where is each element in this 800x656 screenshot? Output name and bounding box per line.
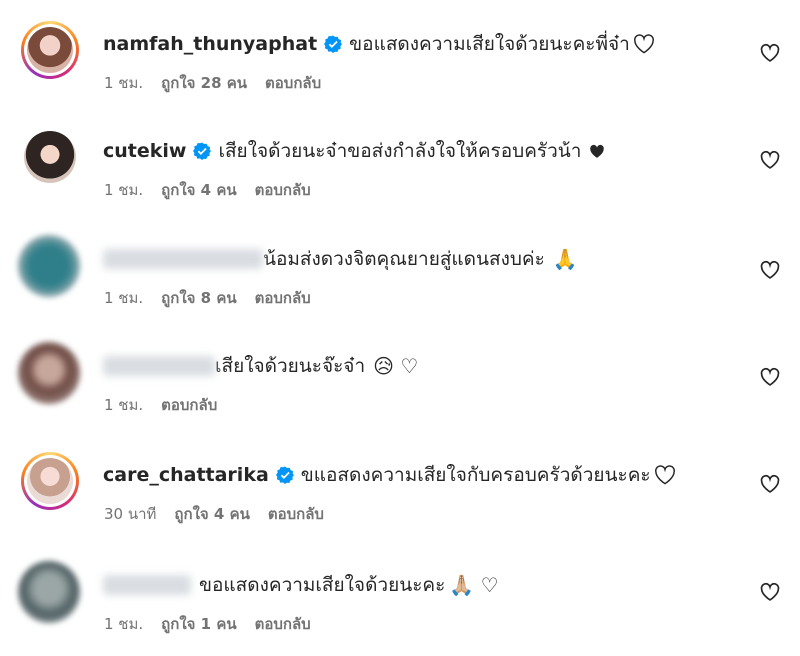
avatar[interactable] — [18, 235, 80, 297]
comment-list: namfah_thunyaphat ขอแสดงความเสียใจด้วยนะ… — [0, 0, 800, 652]
reply-button[interactable]: ตอบกลับ — [255, 612, 311, 636]
comment-meta: 1 ชม. ถูกใจ 28 คน ตอบกลับ — [104, 71, 321, 95]
heart-outline-icon — [633, 34, 654, 54]
avatar[interactable] — [21, 21, 79, 79]
heart-outline-icon — [654, 465, 675, 485]
comment-item: น้อมส่งดวงจิตคุณยายสู่แดนสงบค่ะ 🙏 1 ชม. … — [0, 230, 800, 330]
comment-text: น้อมส่งดวงจิตคุณยายสู่แดนสงบค่ะ — [263, 248, 545, 270]
comment-time: 1 ชม. — [104, 289, 144, 307]
comment-body: cutekiw เสียใจด้วยนะจ๋าขอส่งกำลังใจให้คร… — [103, 136, 605, 166]
comment-time: 30 นาที — [104, 505, 157, 523]
likes-count-link[interactable]: ถูกใจ 4 คน — [174, 502, 249, 526]
reply-button[interactable]: ตอบกลับ — [265, 71, 321, 95]
likes-count-link[interactable]: ถูกใจ 8 คน — [161, 286, 236, 310]
comment-time: 1 ชม. — [104, 181, 144, 199]
reply-button[interactable]: ตอบกลับ — [268, 502, 324, 526]
verified-badge-icon — [275, 466, 294, 484]
comment-emoji: 🙏 — [552, 247, 578, 271]
comment-body: namfah_thunyaphat ขอแสดงความเสียใจด้วยนะ… — [103, 29, 655, 59]
avatar[interactable] — [24, 131, 76, 183]
reply-button[interactable]: ตอบกลับ — [161, 393, 217, 417]
comment-text: เสียใจด้วยนะจ๋าขอส่งกำลังใจให้ครอบครัวน้… — [218, 140, 582, 162]
comment-text: ขแอสดงความเสียใจกับครอบครัวด้วยนะคะ — [300, 464, 651, 486]
comment-time: 1 ชม. — [104, 615, 144, 633]
comment-time: 1 ชม. — [104, 74, 144, 92]
like-comment-button[interactable] — [760, 150, 780, 170]
reply-button[interactable]: ตอบกลับ — [255, 178, 311, 202]
comment-item: care_chattarika ขแอสดงความเสียใจกับครอบค… — [0, 446, 800, 546]
likes-count-link[interactable]: ถูกใจ 1 คน — [161, 612, 236, 636]
like-comment-button[interactable] — [760, 260, 780, 280]
likes-count-link[interactable]: ถูกใจ 4 คน — [161, 178, 236, 202]
comment-emoji: 😥 ♡ — [373, 354, 419, 378]
comment-body: เสียใจด้วยนะจ๊ะจ๋า 😥 ♡ — [103, 351, 418, 381]
avatar[interactable] — [18, 561, 80, 623]
comment-emoji: 🙏🏼 ♡ — [449, 573, 499, 597]
username-link[interactable]: cutekiw — [103, 140, 186, 162]
username-link[interactable] — [103, 356, 215, 376]
like-comment-button[interactable] — [760, 474, 780, 494]
comment-meta: 1 ชม. ถูกใจ 1 คน ตอบกลับ — [104, 612, 311, 636]
comment-meta: 30 นาที ถูกใจ 4 คน ตอบกลับ — [104, 502, 324, 526]
avatar[interactable] — [21, 452, 79, 510]
comment-item: เสียใจด้วยนะจ๊ะจ๋า 😥 ♡ 1 ชม. ตอบกลับ — [0, 337, 800, 437]
comment-body: ขอแสดงความเสียใจด้วยนะคะ 🙏🏼 ♡ — [103, 570, 499, 600]
comment-text: ขอแสดงความเสียใจด้วยนะคะพี่จ๋า — [349, 33, 630, 55]
comment-item: ขอแสดงความเสียใจด้วยนะคะ 🙏🏼 ♡ 1 ชม. ถูกใ… — [0, 556, 800, 656]
comment-item: namfah_thunyaphat ขอแสดงความเสียใจด้วยนะ… — [0, 15, 800, 115]
username-link[interactable] — [103, 249, 263, 269]
username-link[interactable] — [103, 575, 191, 595]
comment-text: ขอแสดงความเสียใจด้วยนะคะ — [199, 574, 446, 596]
comment-meta: 1 ชม. ถูกใจ 4 คน ตอบกลับ — [104, 178, 311, 202]
comment-meta: 1 ชม. ถูกใจ 8 คน ตอบกลับ — [104, 286, 311, 310]
username-link[interactable]: care_chattarika — [103, 464, 269, 486]
verified-badge-icon — [324, 35, 343, 53]
username-link[interactable]: namfah_thunyaphat — [103, 33, 317, 55]
like-comment-button[interactable] — [760, 582, 780, 602]
reply-button[interactable]: ตอบกลับ — [255, 286, 311, 310]
comment-item: cutekiw เสียใจด้วยนะจ๋าขอส่งกำลังใจให้คร… — [0, 122, 800, 222]
comment-meta: 1 ชม. ตอบกลับ — [104, 393, 217, 417]
verified-badge-icon — [193, 142, 212, 160]
comment-time: 1 ชม. — [104, 396, 144, 414]
likes-count-link[interactable]: ถูกใจ 28 คน — [161, 71, 247, 95]
avatar[interactable] — [18, 342, 80, 404]
heart-solid-icon — [590, 144, 605, 158]
comment-body: care_chattarika ขแอสดงความเสียใจกับครอบค… — [103, 460, 676, 490]
like-comment-button[interactable] — [760, 367, 780, 387]
like-comment-button[interactable] — [760, 43, 780, 63]
comment-body: น้อมส่งดวงจิตคุณยายสู่แดนสงบค่ะ 🙏 — [103, 244, 578, 274]
comment-text: เสียใจด้วยนะจ๊ะจ๋า — [215, 355, 366, 377]
